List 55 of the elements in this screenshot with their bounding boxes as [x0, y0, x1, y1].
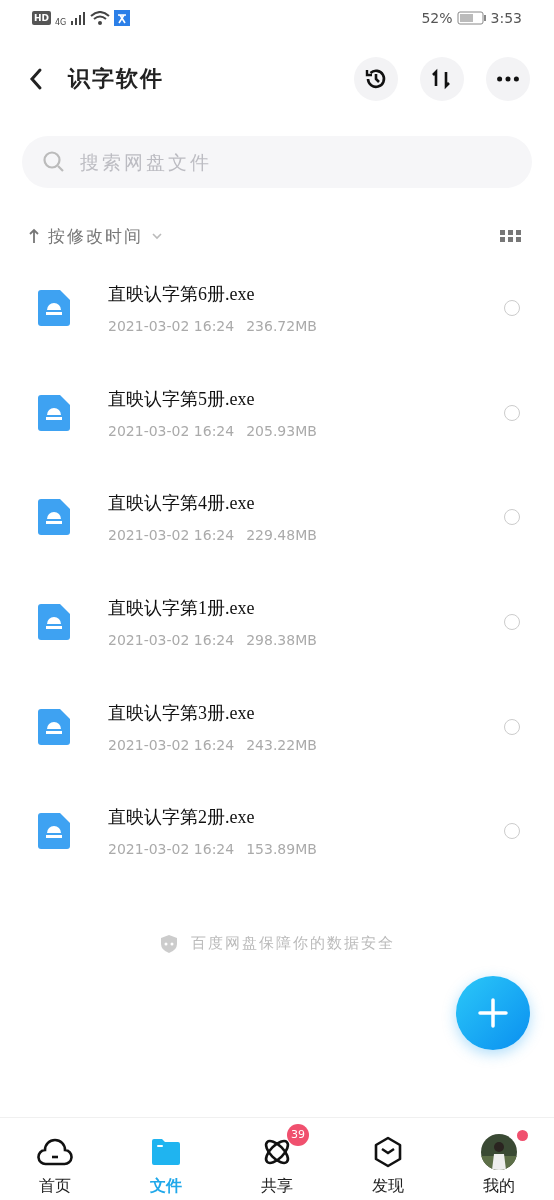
more-button[interactable] [486, 57, 530, 101]
security-note: 百度网盘保障你的数据安全 [191, 934, 395, 954]
file-icon [38, 290, 70, 327]
back-icon[interactable] [28, 67, 44, 91]
file-name[interactable]: 直映认字第6册.exe [108, 282, 504, 307]
page-title: 识字软件 [68, 65, 164, 93]
more-icon [497, 76, 519, 82]
wifi-icon [90, 10, 111, 26]
file-name[interactable]: 直映认字第2册.exe [108, 805, 504, 830]
file-size: 153.89MB [246, 841, 317, 858]
sort-button[interactable] [420, 57, 464, 101]
file-name[interactable]: 直映认字第4册.exe [108, 491, 504, 516]
nav-tab[interactable]: 发现 [347, 1121, 428, 1197]
file-icon [38, 499, 70, 536]
signal-icon [70, 11, 87, 25]
file-name[interactable]: 直映认字第1册.exe [108, 596, 504, 621]
file-size: 236.72MB [246, 318, 317, 335]
notification-badge: 39 [287, 1123, 309, 1146]
hexagon-icon [372, 1135, 403, 1168]
nav-tab[interactable]: 我的 [458, 1121, 539, 1197]
battery-icon [456, 11, 487, 25]
file-icon [38, 604, 70, 641]
nav-tab[interactable]: 首页 [15, 1121, 96, 1197]
cloud-icon [37, 1136, 74, 1167]
file-date: 2021-03-02 16:24 [108, 527, 235, 544]
file-icon [38, 394, 70, 431]
battery-percent: 52% [421, 10, 453, 26]
network-type: 4G [55, 17, 67, 27]
file-size: 205.93MB [246, 422, 317, 439]
clock: 3:53 [490, 10, 522, 26]
folder-icon [150, 1137, 183, 1166]
file-size: 229.48MB [246, 527, 317, 544]
file-size: 243.22MB [246, 736, 317, 753]
shield-icon [159, 933, 179, 954]
file-date: 2021-03-02 16:24 [108, 841, 235, 858]
grid-view-icon[interactable] [500, 229, 522, 243]
search-field[interactable]: 搜索网盘文件 [22, 136, 532, 188]
file-name[interactable]: 直映认字第3册.exe [108, 700, 504, 725]
add-button[interactable] [456, 975, 530, 1050]
file-date: 2021-03-02 16:24 [108, 422, 235, 439]
chevron-down-icon [151, 232, 163, 240]
file-icon [38, 708, 70, 745]
sort-order-button[interactable]: 按修改时间 [28, 224, 163, 248]
app-icon [114, 10, 131, 26]
file-size: 298.38MB [246, 632, 317, 649]
nav-tab[interactable]: 39 共享 [237, 1121, 317, 1197]
history-button[interactable] [354, 57, 398, 101]
file-date: 2021-03-02 16:24 [108, 318, 235, 335]
file-icon [38, 813, 70, 850]
arrow-up-icon [28, 228, 40, 244]
file-name[interactable]: 直映认字第5册.exe [108, 386, 504, 411]
plus-icon [477, 996, 509, 1029]
hd-icon: HD [32, 11, 51, 25]
file-date: 2021-03-02 16:24 [108, 736, 235, 753]
file-date: 2021-03-02 16:24 [108, 632, 235, 649]
